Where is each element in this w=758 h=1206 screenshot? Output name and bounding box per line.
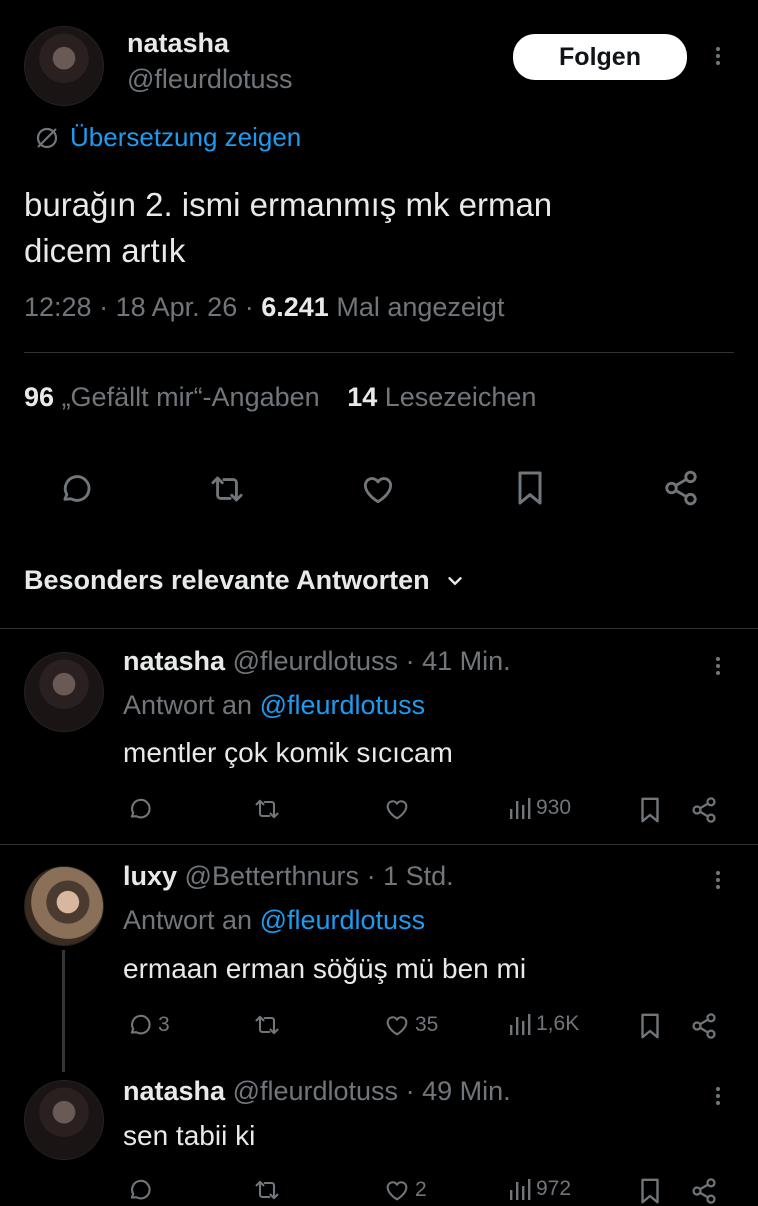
share-icon[interactable] (690, 1011, 718, 1041)
reply-age[interactable]: 1 Std. (383, 861, 454, 891)
reply-header: luxy @Betterthnurs · 1 Std. (123, 861, 454, 891)
more-options-icon[interactable] (716, 44, 722, 68)
bookmarks-stat[interactable]: 14 Lesezeichen (347, 382, 536, 412)
bookmark-icon[interactable] (512, 468, 548, 508)
reply-icon[interactable] (57, 470, 95, 508)
bookmark-icon[interactable] (637, 1011, 663, 1041)
reply-icon (126, 1176, 154, 1204)
tweet-text-line-2: dicem artık (24, 232, 186, 269)
tweet-text-line-1: burağın 2. ismi ermanmış mk erman (24, 186, 553, 223)
translate-label: Übersetzung zeigen (70, 122, 302, 152)
repost-button[interactable] (250, 795, 288, 823)
view-count-label: Mal angezeigt (336, 292, 505, 322)
reply-header: natasha @fleurdlotuss · 41 Min. (123, 646, 511, 676)
reply-count: 3 (158, 1013, 170, 1036)
divider (24, 352, 734, 353)
reply-author-handle[interactable]: @Betterthnurs (185, 861, 360, 891)
tweet-time[interactable]: 12:28 (24, 292, 92, 322)
reply-author-name[interactable]: natasha (123, 1076, 225, 1106)
translate-link[interactable]: Übersetzung zeigen (34, 122, 301, 153)
author-name[interactable]: natasha (127, 28, 229, 59)
like-count: 35 (415, 1013, 439, 1036)
reply-header: natasha @fleurdlotuss · 49 Min. (123, 1076, 511, 1106)
tweet-meta: 12:28 · 18 Apr. 26 · 6.241 Mal angezeigt (24, 292, 505, 322)
divider (0, 844, 758, 845)
more-options-icon[interactable] (716, 654, 722, 678)
reply-avatar[interactable] (24, 652, 104, 732)
view-count[interactable]: 6.241 (261, 292, 329, 322)
reply-avatar[interactable] (24, 1080, 104, 1160)
view-count: 1,6K (536, 1012, 580, 1035)
bookmark-icon[interactable] (637, 795, 663, 825)
views-button[interactable]: 972 (508, 1176, 571, 1202)
like-button[interactable]: 2 (383, 1176, 427, 1204)
reply-author-handle[interactable]: @fleurdlotuss (233, 1076, 398, 1106)
engagement-stats: 96 „Gefällt mir“-Angaben 14 Lesezeichen (24, 382, 536, 413)
reply-icon (126, 795, 154, 823)
view-count: 972 (536, 1177, 572, 1200)
likes-stat[interactable]: 96 „Gefällt mir“-Angaben (24, 382, 327, 412)
like-button[interactable] (383, 795, 415, 823)
like-icon (383, 1011, 411, 1039)
author-avatar[interactable] (24, 26, 104, 106)
more-options-icon[interactable] (716, 1084, 722, 1108)
share-icon[interactable] (662, 468, 700, 508)
view-count: 930 (536, 796, 572, 819)
replies-sort-dropdown[interactable]: Besonders relevante Antworten (24, 565, 466, 596)
tweet-text: burağın 2. ismi ermanmış mk erman dicem … (24, 182, 552, 274)
reply-icon (126, 1011, 154, 1039)
reply-text: sen tabii ki (123, 1120, 256, 1151)
views-button[interactable]: 1,6K (508, 1011, 579, 1037)
like-button[interactable]: 35 (383, 1011, 438, 1039)
reply-author-name[interactable]: luxy (123, 861, 177, 891)
chevron-down-icon (444, 570, 466, 592)
reply-age[interactable]: 49 Min. (422, 1076, 511, 1106)
reply-author-handle[interactable]: @fleurdlotuss (233, 646, 398, 676)
reply-text: ermaan erman söğüş mü ben mi (123, 953, 527, 984)
views-button[interactable]: 930 (508, 795, 571, 821)
analytics-icon (508, 1011, 532, 1037)
reply-text: mentler çok komik sıcıcam (123, 737, 453, 768)
repost-icon (250, 1176, 284, 1204)
analytics-icon (508, 1176, 532, 1202)
author-handle[interactable]: @fleurdlotuss (127, 64, 292, 95)
reply-button[interactable] (126, 795, 158, 823)
tweet-date[interactable]: 18 Apr. 26 (116, 292, 238, 322)
like-icon (383, 795, 411, 823)
follow-button[interactable]: Folgen (513, 34, 687, 80)
like-count: 2 (415, 1178, 427, 1201)
divider (0, 628, 758, 629)
replying-to: Antwort an @fleurdlotuss (123, 905, 426, 935)
replies-sort-label: Besonders relevante Antworten (24, 565, 430, 595)
replying-to-handle[interactable]: @fleurdlotuss (260, 690, 425, 720)
like-icon (383, 1176, 411, 1204)
repost-icon (250, 1011, 284, 1039)
repost-button[interactable] (250, 1176, 288, 1204)
likes-label: „Gefällt mir“-Angaben (61, 382, 320, 412)
repost-button[interactable] (250, 1011, 288, 1039)
likes-count: 96 (24, 382, 55, 412)
repost-icon (250, 795, 284, 823)
more-options-icon[interactable] (716, 868, 722, 892)
bookmark-icon[interactable] (637, 1176, 663, 1206)
bookmarks-count: 14 (347, 382, 378, 412)
translate-icon (34, 125, 60, 151)
replying-to: Antwort an @fleurdlotuss (123, 690, 426, 720)
like-icon[interactable] (358, 470, 398, 508)
repost-icon[interactable] (205, 470, 249, 508)
thread-line (62, 950, 65, 1072)
reply-button[interactable] (126, 1176, 158, 1204)
share-icon[interactable] (690, 1176, 718, 1206)
bookmarks-label: Lesezeichen (384, 382, 537, 412)
reply-age[interactable]: 41 Min. (422, 646, 511, 676)
replying-to-handle[interactable]: @fleurdlotuss (260, 905, 425, 935)
analytics-icon (508, 795, 532, 821)
reply-button[interactable]: 3 (126, 1011, 170, 1039)
reply-avatar[interactable] (24, 866, 104, 946)
share-icon[interactable] (690, 795, 718, 825)
reply-author-name[interactable]: natasha (123, 646, 225, 676)
